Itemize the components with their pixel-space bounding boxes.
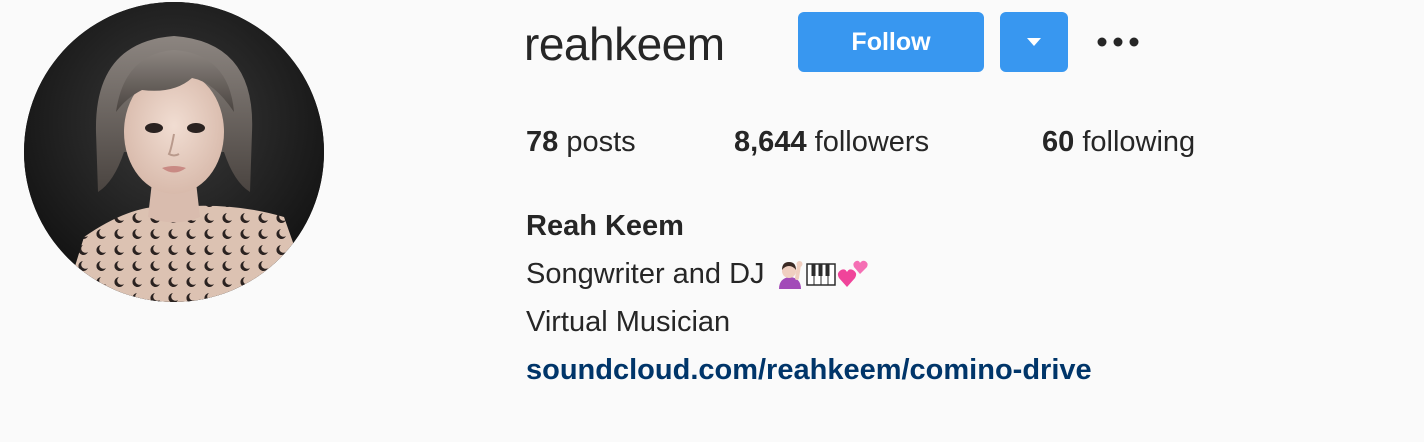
profile-header: reahkeem Follow 78 posts 8,644 followers… [0,0,1424,442]
more-options-icon [1097,37,1139,47]
profile-avatar[interactable] [24,2,324,302]
person-raising-hand-emoji [778,261,803,289]
posts-stat: 78 posts [526,122,636,162]
following-label: following [1082,126,1196,158]
bio-line-1: Songwriter and DJ [526,250,1092,298]
followers-stat[interactable]: 8,644 followers [734,122,929,162]
posts-count: 78 [526,126,559,158]
profile-username: reahkeem [524,18,725,70]
followers-count: 8,644 [734,126,807,158]
piano-keys-emoji [805,263,836,286]
bio-line-1-text: Songwriter and DJ [526,258,765,290]
more-options-button[interactable] [1092,24,1144,60]
suggested-accounts-dropdown-button[interactable] [1000,12,1068,72]
profile-bio: Reah Keem Songwriter and DJ Virtual Musi… [526,202,1092,394]
two-hearts-emoji [837,260,868,287]
caret-down-icon [1027,38,1041,46]
following-stat[interactable]: 60 following [1042,122,1195,162]
profile-website-link[interactable]: soundcloud.com/reahkeem/comino-drive [526,354,1092,386]
bio-emojis [775,259,869,289]
profile-full-name: Reah Keem [526,210,684,242]
avatar-portrait-image [24,2,324,302]
bio-line-2: Virtual Musician [526,306,731,338]
follow-button[interactable]: Follow [798,12,984,72]
following-count: 60 [1042,126,1075,158]
followers-label: followers [814,126,930,158]
posts-label: posts [566,126,636,158]
